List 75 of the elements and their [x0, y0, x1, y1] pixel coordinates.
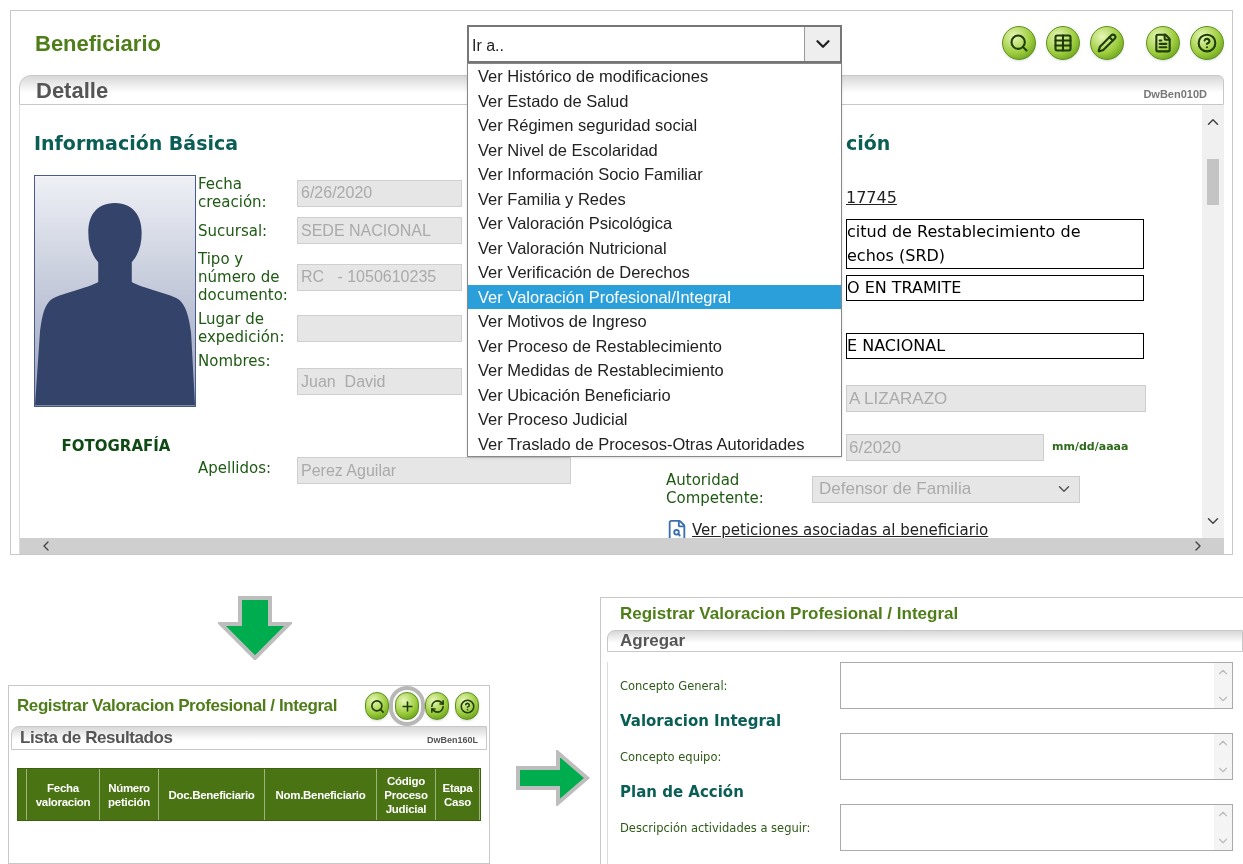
field-label: Descripción actividades a seguir: [619, 820, 812, 835]
panel-title: Registrar Valoracion Profesional / Integral [17, 695, 337, 718]
dropdown-option[interactable]: Ver Verificación de Derechos [468, 260, 841, 285]
section-heading: Plan de Acción [619, 782, 745, 802]
search-icon [1009, 33, 1029, 53]
column-header: Nom.Beneficiario [265, 769, 377, 820]
dropdown-option[interactable]: Ver Información Socio Familiar [468, 162, 841, 187]
field-label: Lugar de expedición: [198, 310, 286, 346]
field-label: Fecha creación: [198, 175, 268, 211]
dropdown-option[interactable]: Ver Proceso de Restablecimiento [468, 333, 841, 358]
section-heading: Información Básica [34, 131, 239, 155]
field-label: Sucursal: [198, 221, 269, 240]
dropdown-option[interactable]: Ver Ubicación Beneficiario [468, 382, 841, 407]
screen-code: DwBen160L [426, 734, 478, 748]
field-label: Tipo y número de documento: [198, 250, 289, 304]
text-field[interactable]: citud de Restablecimiento de echos (SRD) [846, 219, 1144, 269]
dropdown-option[interactable]: Ver Valoración Nutricional [468, 235, 841, 260]
text-field[interactable] [297, 314, 462, 342]
scrollbar-thumb[interactable] [1207, 158, 1219, 205]
horizontal-scrollbar[interactable] [20, 538, 1224, 554]
field-label: Nombres: [198, 352, 272, 370]
column-header: Fecha valoracion [27, 769, 100, 820]
search-button[interactable] [365, 692, 389, 720]
down-arrow-icon [218, 595, 292, 660]
dropdown-option[interactable]: Ver Medidas de Restablecimiento [468, 358, 841, 383]
document-button[interactable] [1146, 26, 1180, 60]
document-icon [1153, 33, 1173, 53]
text-field[interactable]: E NACIONAL [846, 333, 1144, 359]
dropdown-option[interactable]: Ver Traslado de Procesos-Otras Autoridades [468, 431, 841, 456]
vertical-scrollbar[interactable] [1202, 105, 1224, 538]
dropdown-option[interactable]: Ver Estado de Salud [468, 88, 841, 113]
document-search-icon [666, 519, 688, 538]
search-button[interactable] [1002, 26, 1036, 60]
record-number-link[interactable]: 17745 [846, 186, 897, 210]
section-heading: ción [846, 131, 892, 155]
field-label: Autoridad Competente: [666, 471, 765, 507]
search-icon [369, 698, 385, 714]
goto-select[interactable]: Ir a.. [467, 25, 842, 63]
dropdown-option[interactable]: Ver Valoración Psicológica [468, 211, 841, 236]
panel-title: Registrar Valoracion Profesional / Integral [620, 603, 959, 626]
field-label: Concepto equipo: [619, 749, 723, 764]
screen-code: DwBen010D [1143, 86, 1207, 102]
plus-icon [399, 698, 415, 714]
section-title: Lista de Resultados [20, 727, 173, 750]
pencil-icon [1097, 33, 1117, 53]
text-field[interactable]: O EN TRAMITE [846, 275, 1144, 301]
help-button[interactable] [1190, 26, 1224, 60]
right-arrow-icon [516, 750, 590, 806]
photo-caption: FOTOGRAFÍA [60, 435, 172, 457]
table-button[interactable] [1046, 26, 1080, 60]
date-format-hint: mm/dd/aaaa [1052, 439, 1129, 456]
column-header: Código Proceso Judicial [377, 769, 436, 820]
refresh-icon [429, 698, 445, 714]
table-icon [1053, 33, 1073, 53]
refresh-button[interactable] [425, 692, 449, 720]
field-label: Apellidos: [198, 459, 273, 477]
help-icon [1197, 33, 1217, 53]
column-header: Etapa Caso [436, 769, 480, 820]
section-title: Agregar [620, 630, 686, 653]
petitions-link[interactable]: Ver peticiones asociadas al beneficiario [692, 519, 989, 538]
dropdown-option[interactable]: Ver Proceso Judicial [468, 407, 841, 432]
page-title: Beneficiario [35, 29, 161, 58]
dropdown-option[interactable]: Ver Nivel de Escolaridad [468, 137, 841, 162]
dropdown-option[interactable]: Ver Histórico de modificaciones [468, 64, 841, 89]
dropdown-option[interactable]: Ver Familia y Redes [468, 186, 841, 211]
column-header: Doc.Beneficiario [159, 769, 265, 820]
dropdown-option[interactable]: Ver Régimen seguridad social [468, 113, 841, 138]
edit-button[interactable] [1090, 26, 1124, 60]
dropdown-option[interactable]: Ver Motivos de Ingreso [468, 309, 841, 334]
column-header: Número petición [100, 769, 159, 820]
section-heading: Valoracion Integral [619, 711, 783, 731]
section-title: Detalle [36, 76, 109, 105]
help-icon [459, 698, 475, 714]
help-button[interactable] [455, 692, 479, 720]
field-label: Concepto General: [619, 678, 729, 693]
